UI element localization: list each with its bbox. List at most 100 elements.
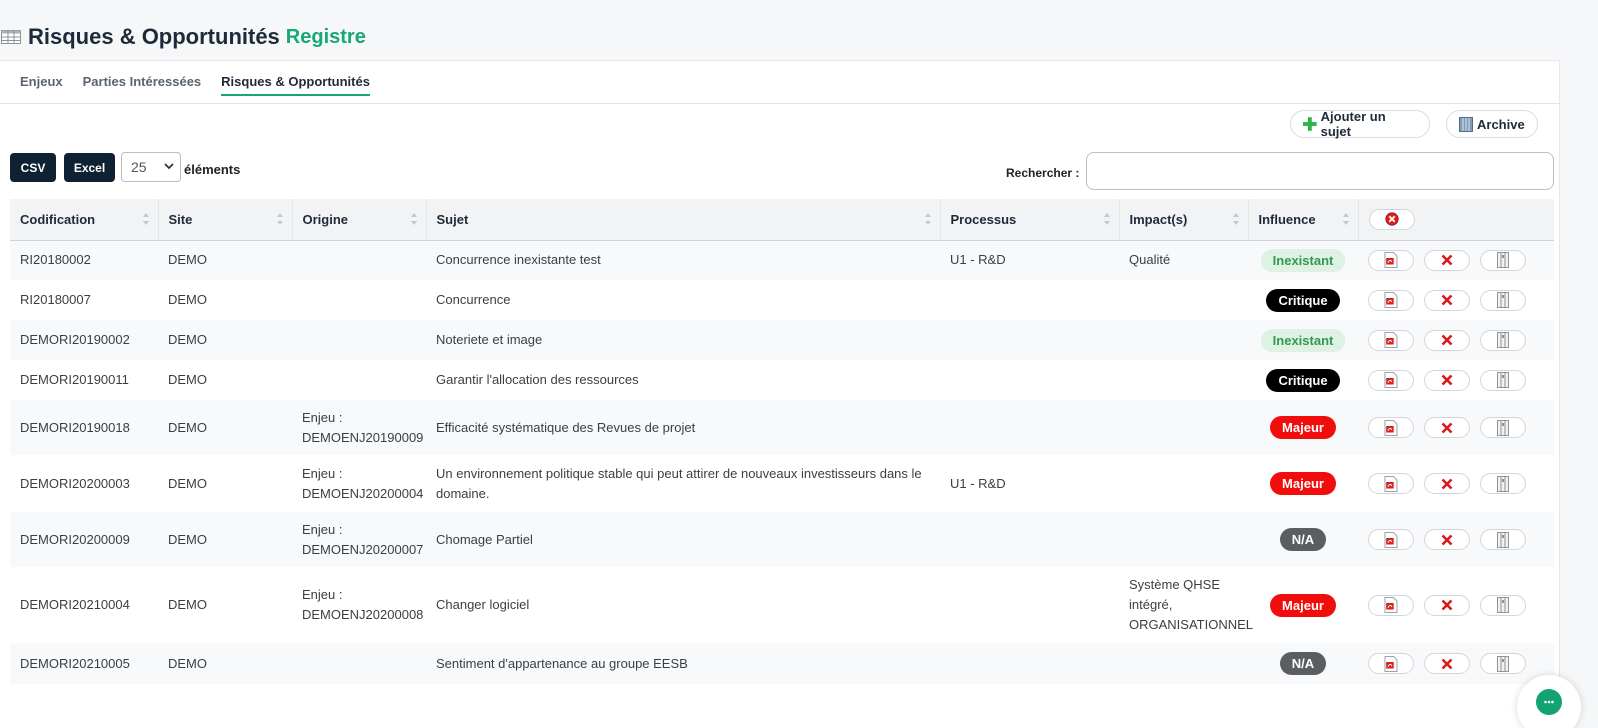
chat-icon (1536, 689, 1562, 715)
sort-icon (410, 213, 418, 225)
archive-row-button[interactable] (1480, 289, 1526, 311)
clear-filters-button[interactable] (1368, 208, 1415, 230)
column-header-site[interactable]: Site (158, 199, 293, 241)
origine-cell: Enjeu : DEMOENJ20200007 (302, 521, 424, 557)
origine-cell: Enjeu : DEMOENJ20200004 (302, 465, 424, 501)
chat-button[interactable] (1517, 675, 1581, 728)
actions-cell (1358, 455, 1554, 512)
sujet-cell: Concurrence (436, 292, 511, 307)
influence-cell: Majeur (1248, 455, 1358, 512)
delete-button[interactable] (1424, 417, 1470, 439)
pdf-export-button[interactable] (1368, 249, 1414, 271)
table-row[interactable]: DEMORI20210005 DEMO Sentiment d'appartenan… (10, 643, 1554, 684)
site-cell: DEMO (168, 372, 207, 387)
influence-badge: Majeur (1270, 593, 1336, 617)
pdf-export-button[interactable] (1368, 329, 1414, 351)
sujet-cell: Changer logiciel (436, 597, 530, 612)
delete-button[interactable] (1424, 473, 1470, 495)
column-header-actions (1358, 199, 1554, 241)
archive-icon (1497, 655, 1509, 672)
processus-cell (940, 360, 1119, 400)
sort-icon (924, 213, 932, 225)
archive-row-button[interactable] (1480, 473, 1526, 495)
sujet-cell: Garantir l'allocation des ressources (436, 372, 639, 387)
tab-label: Parties Intéressées (82, 74, 202, 89)
influence-cell: Majeur (1248, 567, 1358, 643)
chevron-down-icon (164, 163, 174, 170)
origine-cell (292, 643, 426, 684)
table-row[interactable]: RI20180007 DEMO Concurrence Critique (10, 280, 1554, 320)
archive-icon (1497, 475, 1509, 492)
pdf-export-button[interactable] (1368, 653, 1414, 675)
delete-button[interactable] (1424, 329, 1470, 351)
archive-row-button[interactable] (1480, 249, 1526, 271)
column-header-influence[interactable]: Influence (1248, 199, 1359, 241)
page-title: Risques & Opportunités Registre (0, 22, 366, 52)
archive-icon (1497, 531, 1509, 548)
sort-icon (276, 213, 284, 225)
column-header-codification[interactable]: Codification (10, 199, 159, 241)
archive-row-button[interactable] (1480, 369, 1526, 391)
delete-button[interactable] (1424, 594, 1470, 616)
table-header-row: Codification Site Origine Sujet Processu… (10, 199, 1554, 241)
pdf-export-button[interactable] (1368, 289, 1414, 311)
search-input[interactable] (1086, 152, 1554, 190)
codification-cell: RI20180002 (20, 252, 91, 268)
pdf-export-button[interactable] (1368, 369, 1414, 391)
archive-row-button[interactable] (1480, 594, 1526, 616)
archive-icon (1497, 372, 1509, 389)
csv-export-button[interactable]: CSV (10, 153, 56, 182)
delete-button[interactable] (1424, 529, 1470, 551)
tab-risques-opportunites[interactable]: Risques & Opportunités (215, 61, 376, 104)
elements-label: éléments (184, 162, 241, 177)
archive-row-button[interactable] (1480, 417, 1526, 439)
delete-button[interactable] (1424, 653, 1470, 675)
actions-cell (1358, 240, 1554, 280)
codification-cell: DEMORI20200003 (20, 475, 130, 491)
add-subject-button[interactable]: Ajouter un sujet (1290, 109, 1430, 139)
actions-cell (1358, 567, 1554, 643)
archive-button[interactable]: Archive (1446, 110, 1538, 138)
column-header-sujet[interactable]: Sujet (426, 199, 941, 241)
influence-badge: Majeur (1270, 416, 1336, 439)
pdf-icon (1384, 332, 1398, 349)
codification-cell: DEMORI20200009 (20, 531, 130, 547)
table-row[interactable]: DEMORI20190011 DEMO Garantir l'allocation … (10, 360, 1554, 400)
excel-export-button[interactable]: Excel (64, 153, 115, 182)
tab-parties-interessees[interactable]: Parties Intéressées (77, 61, 208, 104)
delete-icon (1441, 374, 1453, 386)
delete-button[interactable] (1424, 369, 1470, 391)
delete-icon (1441, 599, 1453, 611)
tab-enjeux[interactable]: Enjeux (14, 61, 69, 104)
origine-cell: Enjeu : DEMOENJ20190009 (302, 409, 424, 445)
table-row[interactable]: DEMORI20200003 DEMO Enjeu : DEMOENJ2020000… (10, 455, 1554, 512)
pdf-export-button[interactable] (1368, 594, 1414, 616)
archive-row-button[interactable] (1480, 329, 1526, 351)
column-header-processus[interactable]: Processus (940, 199, 1120, 241)
delete-button[interactable] (1424, 289, 1470, 311)
archive-row-button[interactable] (1480, 529, 1526, 551)
actions-cell (1358, 643, 1554, 684)
table-row[interactable]: RI20180002 DEMO Concurrence inexistante te… (10, 240, 1554, 280)
pdf-export-button[interactable] (1368, 417, 1414, 439)
table-row[interactable]: DEMORI20200009 DEMO Enjeu : DEMOENJ2020000… (10, 512, 1554, 567)
page-size-select[interactable]: 25 (121, 152, 181, 182)
origine-cell (292, 360, 426, 400)
column-header-origine[interactable]: Origine (292, 199, 427, 241)
site-cell: DEMO (168, 475, 207, 491)
pdf-export-button[interactable] (1368, 473, 1414, 495)
pdf-export-button[interactable] (1368, 529, 1414, 551)
table-row[interactable]: DEMORI20190002 DEMO Noteriete et image Inex… (10, 320, 1554, 360)
pdf-icon (1384, 597, 1398, 614)
archive-row-button[interactable] (1480, 653, 1526, 675)
table-row[interactable]: DEMORI20210004 DEMO Enjeu : DEMOENJ2020000… (10, 567, 1554, 643)
delete-icon (1441, 334, 1453, 346)
pdf-icon (1384, 252, 1398, 269)
sujet-cell: Sentiment d'appartenance au groupe EESB (436, 655, 688, 671)
processus-cell (940, 643, 1119, 684)
delete-button[interactable] (1424, 249, 1470, 271)
column-header-impacts[interactable]: Impact(s) (1119, 199, 1249, 241)
table-row[interactable]: DEMORI20190018 DEMO Enjeu : DEMOENJ2019000… (10, 400, 1554, 455)
site-cell: DEMO (168, 292, 207, 307)
add-subject-label: Ajouter un sujet (1320, 109, 1386, 139)
